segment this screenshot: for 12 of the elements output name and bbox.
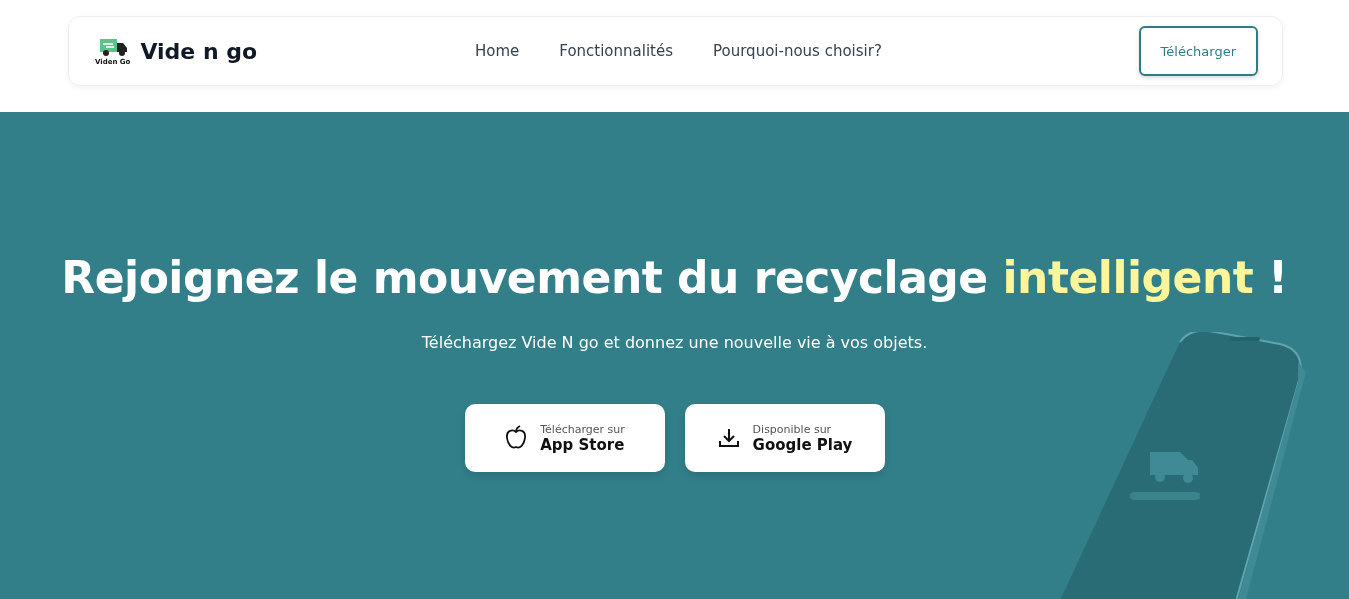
- nav-link[interactable]: Pourquoi-nous choisir?: [713, 42, 882, 60]
- apple-icon: [504, 425, 529, 451]
- store-button[interactable]: Télécharger sur App Store: [464, 404, 665, 472]
- download-button[interactable]: Télécharger: [1138, 26, 1258, 76]
- hero-title: Rejoignez le mouvement du recyclage intelligent !: [61, 252, 1288, 303]
- nav-link[interactable]: Fonctionnalités: [559, 42, 673, 60]
- store-button[interactable]: Disponible sur Google Play: [684, 404, 885, 472]
- brand-name: Vide n go: [140, 38, 258, 64]
- download-icon: [716, 426, 741, 450]
- truck-icon: [97, 36, 128, 58]
- nav-link[interactable]: Home: [475, 42, 520, 60]
- hero-subtitle: Téléchargez Vide N go et donnez une nouvelle vie à vos objets.: [421, 333, 928, 352]
